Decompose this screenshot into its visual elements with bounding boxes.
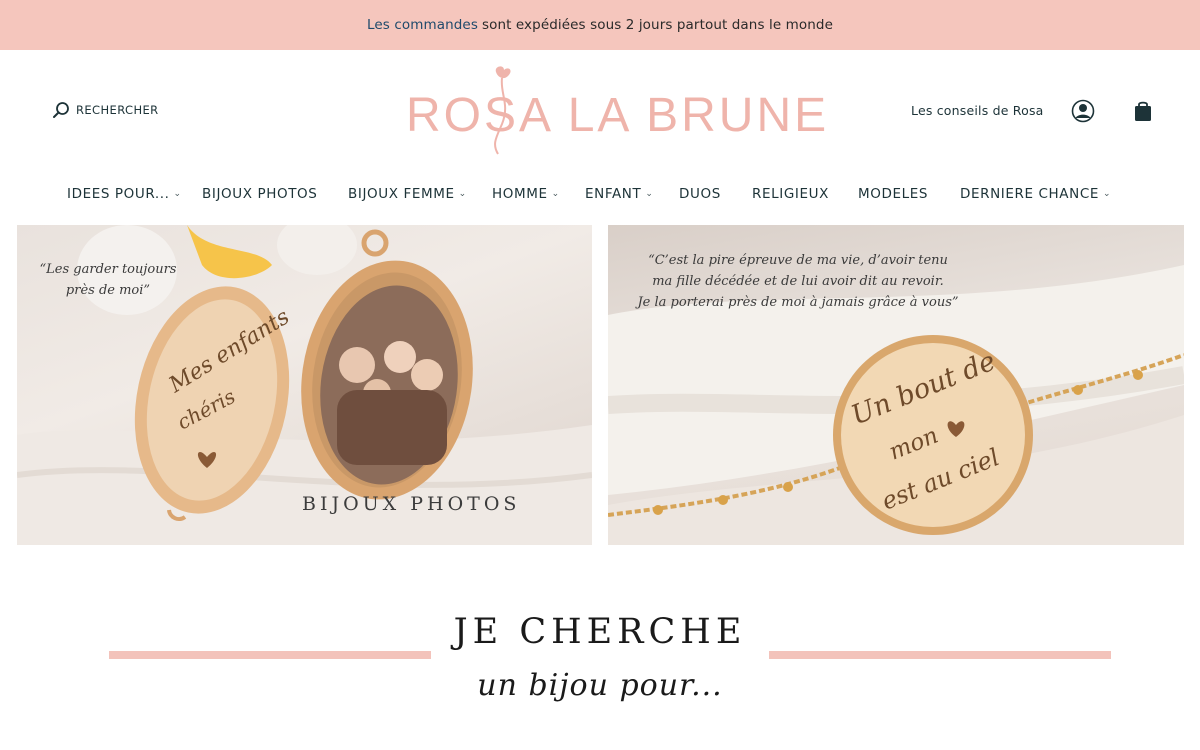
chevron-down-icon: ⌄ (1102, 189, 1112, 199)
search-button[interactable]: RECHERCHER (52, 101, 159, 119)
search-icon (53, 102, 69, 118)
banner-caption[interactable]: BIJOUX PHOTOS (302, 493, 520, 515)
nav-item-label: DERNIERE CHANCE (960, 186, 1099, 202)
nav-item-duos[interactable]: DUOS (679, 186, 721, 202)
chevron-down-icon: ⌄ (645, 189, 654, 199)
nav-item-bijoux-photos[interactable]: BIJOUX PHOTOS (202, 186, 317, 202)
logo-text: ROSA LA BRUNE (406, 89, 830, 142)
testimonial-quote: “C’est la pire épreuve de ma vie, d’avoi… (628, 251, 968, 313)
search-label: RECHERCHER (76, 103, 159, 117)
section-heading: JE CHERCHE (453, 612, 747, 652)
announcement-text: sont expédiées sous 2 jours partout dans… (481, 17, 833, 33)
announcement-link[interactable]: Les commandes (367, 17, 478, 33)
nav-item-label: BIJOUX PHOTOS (202, 186, 318, 202)
decorative-line (769, 651, 1111, 659)
quote-line: “Les garder toujours (39, 262, 177, 277)
site-logo[interactable]: ROSA LA BRUNE (400, 64, 826, 160)
nav-item-enfant[interactable]: ENFANT ⌄ (585, 186, 654, 202)
nav-item-label: HOMME (492, 186, 548, 202)
banner-bracelet[interactable]: Un bout de mon est au ciel “C’est la pir… (608, 225, 1184, 545)
banner-bijoux-photos[interactable]: Mes enfants chéris “Les garder toujours … (17, 225, 592, 545)
nav-item-modeles[interactable]: MODELES (858, 186, 928, 202)
chevron-down-icon: ⌄ (551, 189, 560, 199)
decorative-line (109, 651, 431, 659)
testimonial-quote: “Les garder toujours près de moi” (33, 260, 183, 302)
quote-line: près de moi” (65, 282, 151, 298)
nav-item-label: ENFANT (585, 186, 642, 202)
section-subheading: un bijou pour... (477, 668, 723, 703)
chevron-down-icon: ⌄ (173, 189, 182, 199)
nav-item-homme[interactable]: HOMME ⌄ (492, 186, 560, 202)
quote-line: “C’est la pire épreuve de ma vie, d’avoi… (648, 253, 948, 268)
quote-line: Je la porterai près de moi à jamais grâc… (637, 294, 959, 310)
shopping-bag-icon[interactable] (1133, 100, 1153, 122)
nav-item-derniere-chance[interactable]: DERNIERE CHANCE ⌄ (960, 186, 1111, 202)
announcement-bar: Les commandes sont expédiées sous 2 jour… (0, 0, 1200, 50)
nav-item-label: BIJOUX FEMME (348, 186, 455, 202)
nav-item-label: MODELES (858, 186, 929, 202)
nav-item-label: IDEES POUR... (67, 186, 170, 202)
nav-item-bijoux-femme[interactable]: BIJOUX FEMME ⌄ (348, 186, 467, 202)
nav-item-label: DUOS (679, 186, 721, 202)
main-nav: IDEES POUR... ⌄ BIJOUX PHOTOS BIJOUX FEM… (0, 186, 1200, 210)
conseils-link[interactable]: Les conseils de Rosa (911, 103, 1044, 118)
nav-item-label: RELIGIEUX (752, 186, 829, 202)
quote-line: ma fille décédée et de lui avoir dit au … (652, 273, 944, 289)
account-icon[interactable] (1071, 99, 1095, 123)
nav-item-religieux[interactable]: RELIGIEUX (752, 186, 829, 202)
nav-item-idees[interactable]: IDEES POUR... ⌄ (67, 186, 182, 202)
chevron-down-icon: ⌄ (458, 189, 467, 199)
